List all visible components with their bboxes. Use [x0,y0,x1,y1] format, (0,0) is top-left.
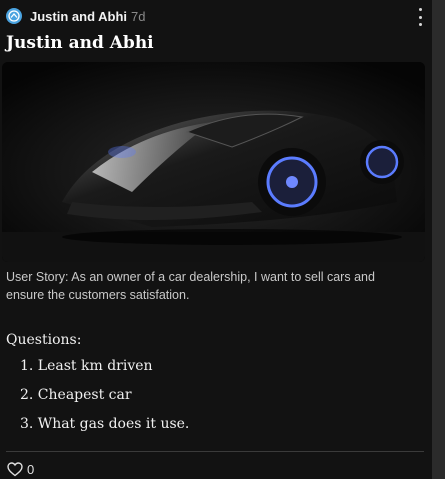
like-count: 0 [27,461,35,477]
author-name[interactable]: Justin and Abhi [30,9,127,24]
post-header: Justin and Abhi 7d [6,6,146,26]
list-item: 1. Least km driven [20,358,153,374]
list-item: 3. What gas does it use. [20,416,190,432]
like-button[interactable]: 0 [7,459,34,479]
more-vertical-icon[interactable] [415,8,425,26]
post-card: Justin and Abhi 7d Justin and Abhi User … [0,0,432,479]
divider [6,451,424,452]
adjacent-panel-edge [432,0,445,479]
post-title: Justin and Abhi [6,33,154,53]
avatar-icon[interactable] [6,8,22,24]
car-illustration [2,62,425,262]
post-age: 7d [131,8,146,24]
list-item: 2. Cheapest car [20,387,132,403]
questions-list: 1. Least km driven 2. Cheapest car 3. Wh… [20,356,189,443]
questions-heading: Questions: [6,332,82,348]
post-story: User Story: As an owner of a car dealers… [6,270,375,302]
post-image[interactable] [2,62,425,262]
heart-outline-icon [7,461,23,476]
